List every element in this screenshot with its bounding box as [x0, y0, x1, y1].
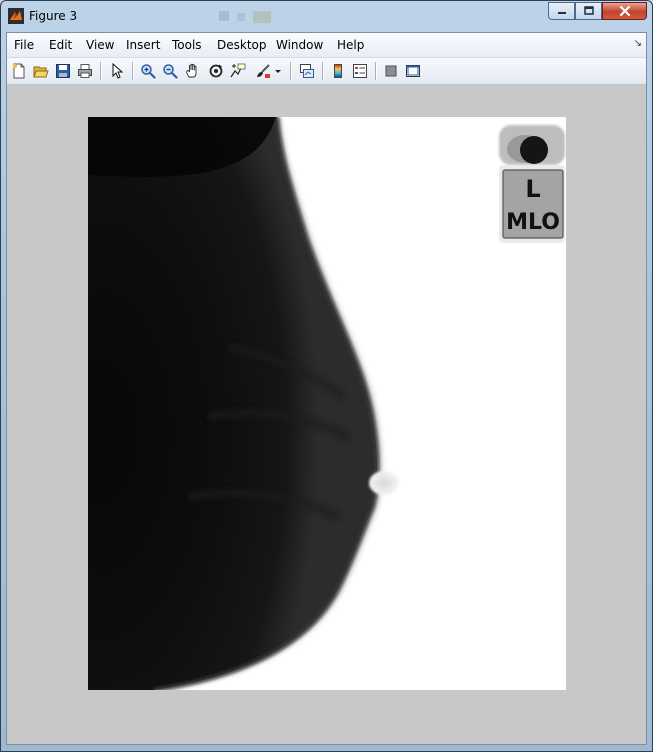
toolbar-separator	[100, 62, 102, 80]
insert-legend-button[interactable]	[350, 61, 370, 81]
new-figure-icon	[13, 63, 25, 79]
figure-canvas[interactable]: L MLO	[7, 85, 646, 744]
menu-desktop[interactable]: Desktop	[217, 38, 267, 52]
close-button[interactable]	[602, 2, 647, 20]
toolbar-separator	[132, 62, 134, 80]
open-file-button[interactable]	[31, 61, 51, 81]
hide-plot-tools-button[interactable]	[381, 61, 401, 81]
toolbar-separator	[290, 62, 292, 80]
figure-client-area: File Edit View Insert Tools Desktop Wind…	[6, 32, 647, 745]
rotate-3d-button[interactable]	[206, 61, 226, 81]
rotate-3d-icon	[209, 64, 223, 78]
toolbar-separator	[375, 62, 377, 80]
zoom-out-button[interactable]	[160, 61, 180, 81]
zoom-in-button[interactable]	[138, 61, 158, 81]
marker-view-label: MLO	[506, 210, 560, 235]
toolbar-separator	[322, 62, 324, 80]
brush-button[interactable]	[253, 61, 273, 81]
data-cursor-button[interactable]	[228, 61, 248, 81]
link-plot-icon	[300, 64, 314, 78]
edit-plot-button[interactable]	[107, 61, 127, 81]
insert-colorbar-button[interactable]	[328, 61, 348, 81]
orientation-marker: L MLO	[499, 125, 565, 243]
title-reflection	[201, 9, 281, 25]
pan-icon	[186, 63, 197, 78]
title-bar[interactable]: Figure 3	[1, 1, 652, 31]
mammogram-image: L MLO	[88, 117, 566, 690]
menu-help[interactable]: Help	[337, 38, 364, 52]
zoom-out-icon	[163, 64, 178, 79]
image-axes[interactable]: L MLO	[88, 117, 566, 690]
zoom-in-icon	[141, 64, 156, 79]
link-plot-button[interactable]	[297, 61, 317, 81]
minimize-icon	[557, 12, 566, 14]
maximize-icon	[583, 6, 594, 15]
show-plot-tools-icon	[406, 65, 420, 77]
close-icon	[619, 5, 630, 17]
matlab-icon	[8, 8, 24, 24]
figure-window: Figure 3 File Edit View Insert Tools Des…	[0, 0, 653, 752]
figure-toolbar	[7, 58, 646, 85]
save-figure-button[interactable]	[53, 61, 73, 81]
hide-plot-tools-icon	[385, 65, 397, 77]
insert-colorbar-icon	[334, 64, 342, 78]
menubar-dock-arrow-icon[interactable]: ↘	[634, 38, 642, 49]
data-cursor-icon	[230, 63, 246, 78]
menu-bar: File Edit View Insert Tools Desktop Wind…	[7, 33, 646, 58]
menu-view[interactable]: View	[86, 38, 114, 52]
open-file-icon	[33, 66, 49, 78]
minimize-button[interactable]	[548, 2, 575, 20]
menu-window[interactable]: Window	[276, 38, 323, 52]
menu-edit[interactable]: Edit	[49, 38, 72, 52]
edit-plot-icon	[112, 63, 124, 79]
menu-insert[interactable]: Insert	[126, 38, 160, 52]
menu-file[interactable]: File	[14, 38, 34, 52]
marker-side-label: L	[525, 175, 540, 203]
brush-dropdown-button[interactable]	[273, 61, 283, 81]
insert-legend-icon	[353, 64, 367, 78]
maximize-button[interactable]	[575, 2, 602, 20]
print-figure-icon	[78, 64, 92, 78]
save-figure-icon	[56, 64, 70, 78]
window-title: Figure 3	[29, 9, 78, 23]
brush-dropdown-icon	[275, 70, 281, 73]
print-figure-button[interactable]	[75, 61, 95, 81]
menu-tools[interactable]: Tools	[172, 38, 202, 52]
brush-icon	[257, 64, 270, 78]
pan-button[interactable]	[182, 61, 202, 81]
new-figure-button[interactable]	[9, 61, 29, 81]
show-plot-tools-button[interactable]	[403, 61, 423, 81]
